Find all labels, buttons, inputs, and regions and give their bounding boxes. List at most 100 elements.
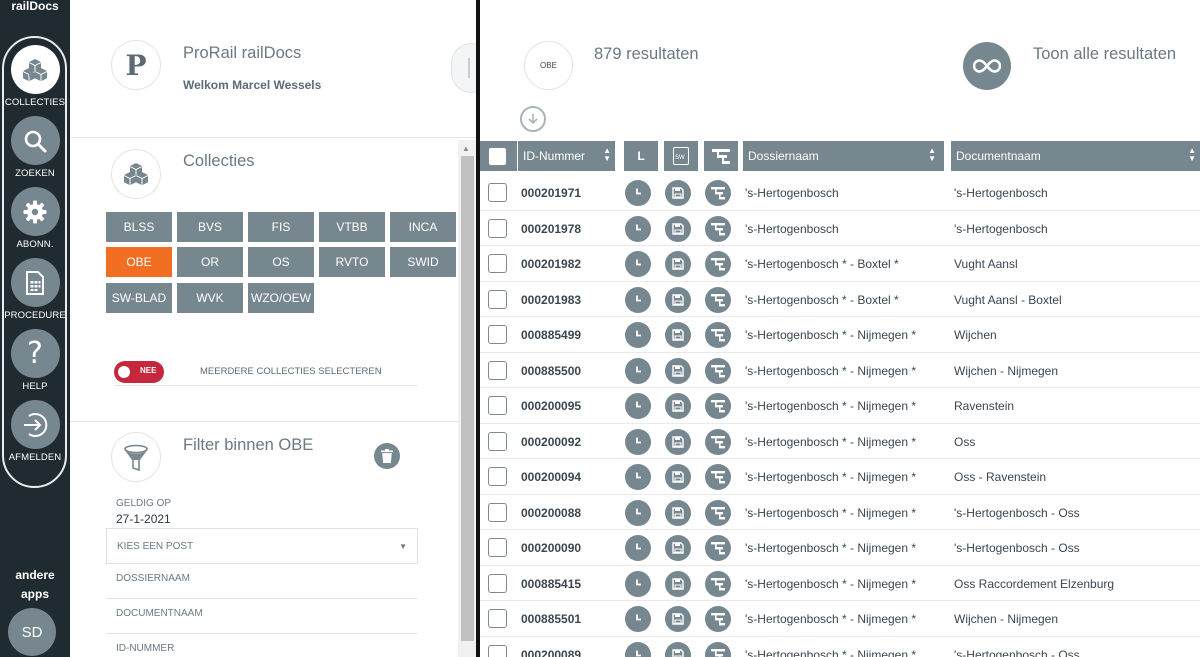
infinity-icon[interactable]: [963, 42, 1011, 90]
clock-icon[interactable]: [625, 215, 651, 242]
row-id[interactable]: 000200090: [521, 541, 581, 555]
clock-icon[interactable]: [625, 641, 651, 657]
clock-icon[interactable]: [625, 357, 651, 384]
table-row[interactable]: 000885499 's-Hertogenbosch * - Nijmegen *…: [480, 317, 1200, 353]
tree-icon[interactable]: [705, 464, 731, 490]
row-id[interactable]: 000885500: [521, 364, 581, 378]
collection-button[interactable]: FIS: [248, 212, 314, 242]
row-checkbox[interactable]: [488, 183, 507, 202]
save-icon[interactable]: [665, 215, 691, 242]
table-row[interactable]: 000200088 's-Hertogenbosch * - Nijmegen *…: [480, 495, 1200, 530]
save-icon[interactable]: [665, 570, 691, 597]
tree-icon[interactable]: [705, 215, 731, 242]
clock-icon[interactable]: [625, 251, 651, 277]
tree-icon[interactable]: [705, 357, 731, 384]
table-row[interactable]: 000200092 's-Hertogenbosch * - Nijmegen *…: [480, 424, 1200, 459]
row-id[interactable]: 000200092: [521, 435, 581, 449]
row-id[interactable]: 000885499: [521, 328, 581, 342]
save-icon[interactable]: [665, 286, 691, 313]
download-icon[interactable]: [520, 106, 546, 132]
other-apps-link[interactable]: andere apps: [0, 566, 70, 604]
tree-icon[interactable]: [705, 180, 731, 206]
row-checkbox[interactable]: [488, 502, 507, 522]
row-checkbox[interactable]: [488, 289, 507, 309]
row-id[interactable]: 000201978: [521, 222, 581, 236]
save-icon[interactable]: [665, 606, 691, 632]
row-checkbox[interactable]: [488, 431, 507, 451]
clock-icon[interactable]: [625, 464, 651, 490]
clock-icon[interactable]: [625, 570, 651, 597]
avatar[interactable]: SD: [8, 608, 56, 656]
collection-button[interactable]: VTBB: [319, 212, 385, 242]
document-input[interactable]: DOCUMENTNAAM: [106, 606, 418, 634]
col-header-id[interactable]: ID-Nummer ▲ ▼: [518, 141, 615, 171]
tree-icon[interactable]: [705, 322, 731, 348]
select-all-checkbox[interactable]: [488, 146, 507, 166]
table-row[interactable]: 000885501 's-Hertogenbosch * - Nijmegen *…: [480, 601, 1200, 637]
row-id[interactable]: 000885501: [521, 612, 581, 626]
save-icon[interactable]: [665, 251, 691, 277]
scrollbar-thumb[interactable]: [461, 156, 474, 641]
tree-icon[interactable]: [705, 286, 731, 313]
nav-item-afmelden[interactable]: AFMELDEN: [0, 400, 70, 463]
table-row[interactable]: 000885415 's-Hertogenbosch * - Nijmegen *…: [480, 566, 1200, 601]
save-icon[interactable]: [665, 357, 691, 384]
tree-icon[interactable]: [705, 428, 731, 455]
row-checkbox[interactable]: [488, 218, 507, 238]
collection-button[interactable]: INCA: [390, 212, 456, 242]
clock-icon[interactable]: [625, 393, 651, 419]
row-id[interactable]: 000200095: [521, 399, 581, 413]
row-id[interactable]: 000200094: [521, 470, 581, 484]
clock-icon[interactable]: [625, 535, 651, 561]
collection-button[interactable]: SWID: [390, 247, 456, 277]
save-icon[interactable]: [665, 464, 691, 490]
save-icon[interactable]: [665, 641, 691, 657]
collection-button[interactable]: RVTO: [319, 247, 385, 277]
row-id[interactable]: 000201971: [521, 186, 581, 200]
row-id[interactable]: 000885415: [521, 577, 581, 591]
col-header-document[interactable]: Documentnaam ▲ ▼: [951, 141, 1200, 171]
nav-item-help[interactable]: ? HELP: [0, 329, 70, 392]
table-row[interactable]: 000200094 's-Hertogenbosch * - Nijmegen *…: [480, 459, 1200, 495]
row-id[interactable]: 000200089: [521, 648, 581, 657]
tree-icon[interactable]: [705, 606, 731, 632]
col-header-dossier[interactable]: Dossiernaam ▲ ▼: [743, 141, 944, 171]
save-icon[interactable]: [665, 535, 691, 561]
clock-icon[interactable]: [625, 286, 651, 313]
clock-icon[interactable]: [625, 499, 651, 526]
nav-item-zoeken[interactable]: ZOEKEN: [0, 116, 70, 179]
side-panel-scrollbar[interactable]: ▲: [458, 140, 476, 657]
row-checkbox[interactable]: [488, 538, 507, 557]
clock-icon[interactable]: [625, 180, 651, 206]
row-id[interactable]: 000201983: [521, 293, 581, 307]
row-id[interactable]: 000200088: [521, 506, 581, 520]
table-row[interactable]: 000200090 's-Hertogenbosch * - Nijmegen *…: [480, 530, 1200, 566]
row-checkbox[interactable]: [488, 254, 507, 273]
geldig-date-input[interactable]: 27-1-2021: [116, 512, 171, 526]
table-row[interactable]: 000200089 's-Hertogenbosch * - Nijmegen *…: [480, 637, 1200, 657]
collection-button[interactable]: BVS: [177, 212, 243, 242]
row-checkbox[interactable]: [488, 396, 507, 415]
table-row[interactable]: 000201971 's-Hertogenbosch 's-Hertogenbosc…: [480, 175, 1200, 211]
collection-button[interactable]: OS: [248, 247, 314, 277]
scroll-up-icon[interactable]: ▲: [462, 144, 470, 153]
tree-icon[interactable]: [705, 570, 731, 597]
table-row[interactable]: 000201982 's-Hertogenbosch * - Boxtel * Vu…: [480, 246, 1200, 282]
save-icon[interactable]: [665, 393, 691, 419]
id-number-input[interactable]: ID-NUMMER: [106, 641, 418, 657]
clock-icon[interactable]: [625, 428, 651, 455]
tree-icon[interactable]: [705, 499, 731, 526]
collection-button[interactable]: BLSS: [106, 212, 172, 242]
nav-item-abonnementen[interactable]: ABONN.: [0, 187, 70, 250]
post-select[interactable]: KIES EEN POST ▼: [106, 528, 418, 564]
row-id[interactable]: 000201982: [521, 257, 581, 271]
collection-button[interactable]: OR: [177, 247, 243, 277]
clock-icon[interactable]: [625, 606, 651, 632]
save-icon[interactable]: [665, 322, 691, 348]
clock-icon[interactable]: [625, 322, 651, 348]
trash-icon[interactable]: [374, 443, 400, 469]
row-checkbox[interactable]: [488, 609, 507, 628]
nav-item-collecties[interactable]: COLLECTIES: [0, 45, 70, 108]
save-icon[interactable]: [665, 428, 691, 455]
row-checkbox[interactable]: [488, 644, 507, 657]
